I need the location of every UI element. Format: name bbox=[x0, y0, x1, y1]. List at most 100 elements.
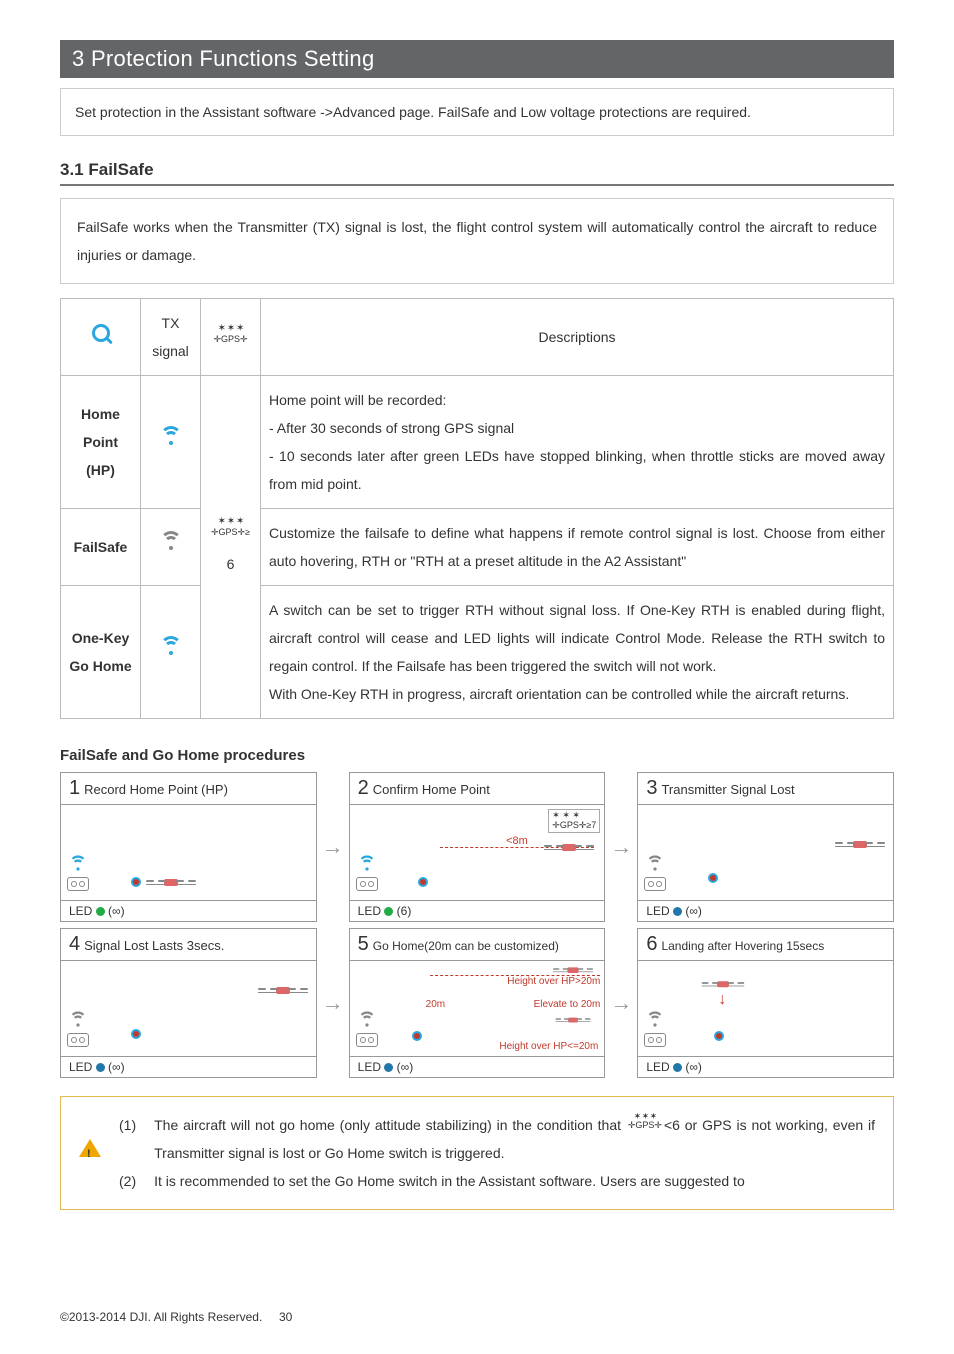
step-number: 2 bbox=[358, 777, 369, 800]
step-number: 3 bbox=[646, 777, 657, 800]
proc-step-3: 3 Transmitter Signal Lost LED (∞) bbox=[637, 772, 894, 922]
home-point-icon bbox=[131, 877, 141, 887]
remote-icon bbox=[644, 1033, 666, 1047]
step-led: LED (∞) bbox=[61, 1056, 316, 1077]
wifi-off-icon bbox=[358, 1014, 376, 1028]
row-label: Home Point (HP) bbox=[61, 376, 141, 509]
step-number: 1 bbox=[69, 777, 80, 800]
warn-text: The aircraft will not go home (only atti… bbox=[154, 1111, 875, 1167]
home-point-icon bbox=[412, 1031, 422, 1041]
step-number: 5 bbox=[358, 933, 369, 956]
intro-box: Set protection in the Assistant software… bbox=[60, 88, 894, 136]
arrow-right-icon: → bbox=[322, 834, 344, 860]
page-footer: ©2013-2014 DJI. All Rights Reserved. 30 bbox=[60, 1310, 292, 1324]
warning-icon bbox=[79, 1139, 101, 1157]
wifi-on-icon bbox=[358, 858, 376, 872]
th-tx: TX signal bbox=[141, 299, 201, 376]
gps-stars-icon: ✶ ✶ ✶ bbox=[218, 516, 244, 527]
proc-step-5: 5 Go Home(20m can be customized) Height o… bbox=[349, 928, 606, 1078]
proc-step-6: 6 Landing after Hovering 15secs ↓ LED (∞) bbox=[637, 928, 894, 1078]
warn-num: (2) bbox=[119, 1167, 136, 1195]
failsafe-description: FailSafe works when the Transmitter (TX)… bbox=[60, 198, 894, 284]
proc-step-4: 4 Signal Lost Lasts 3secs. LED (∞) bbox=[60, 928, 317, 1078]
warn-text: It is recommended to set the Go Home swi… bbox=[154, 1167, 745, 1195]
page-number: 30 bbox=[279, 1310, 292, 1324]
step-title: Transmitter Signal Lost bbox=[661, 782, 794, 797]
th-icon bbox=[61, 299, 141, 376]
wifi-off-icon bbox=[160, 534, 182, 552]
remote-icon bbox=[356, 877, 378, 891]
gps-merged-cell: ✶ ✶ ✶ ✛GPS✛≥ 6 bbox=[201, 376, 261, 719]
arrow-right-icon: → bbox=[610, 834, 632, 860]
step-led: LED (∞) bbox=[350, 1056, 605, 1077]
wifi-on-icon bbox=[160, 639, 182, 657]
failsafe-table: TX signal ✶ ✶ ✶ ✛GPS✛ Descriptions Home … bbox=[60, 298, 894, 719]
elevate-20m: 20m bbox=[426, 999, 445, 1010]
warning-box: (1) The aircraft will not go home (only … bbox=[60, 1096, 894, 1210]
home-point-icon bbox=[714, 1031, 724, 1041]
row-desc: A switch can be set to trigger RTH witho… bbox=[261, 586, 894, 719]
section-banner: 3 Protection Functions Setting bbox=[60, 40, 894, 78]
remote-icon bbox=[356, 1033, 378, 1047]
home-point-icon bbox=[418, 877, 428, 887]
failsafe-heading: 3.1 FailSafe bbox=[60, 160, 894, 180]
magnifier-icon bbox=[92, 324, 110, 342]
step-led: LED (∞) bbox=[638, 900, 893, 921]
drone-icon bbox=[544, 840, 594, 852]
drone-icon bbox=[835, 837, 885, 849]
warn-num: (1) bbox=[119, 1111, 136, 1167]
height-under-label: Height over HP<=20m bbox=[499, 1041, 598, 1052]
arrow-right-icon: → bbox=[322, 990, 344, 1016]
step-title: Signal Lost Lasts 3secs. bbox=[84, 938, 224, 953]
th-desc: Descriptions bbox=[261, 299, 894, 376]
row-desc: Home point will be recorded: - After 30 … bbox=[261, 376, 894, 509]
home-point-icon bbox=[708, 873, 718, 883]
wifi-on-icon bbox=[69, 858, 87, 872]
step-led: LED (6) bbox=[350, 900, 605, 921]
gps-inline-icon: ✶ ✶ ✶✛GPS✛ bbox=[628, 1112, 662, 1130]
step-title: Landing after Hovering 15secs bbox=[661, 939, 824, 953]
proc-step-1: 1 Record Home Point (HP) LED (∞) bbox=[60, 772, 317, 922]
drone-icon bbox=[146, 875, 196, 887]
gps-stars-icon: ✶ ✶ ✶ bbox=[218, 323, 244, 334]
elevate-label: Elevate to 20m bbox=[449, 999, 600, 1010]
height-over-label: Height over HP>20m bbox=[430, 976, 601, 987]
wifi-on-icon bbox=[160, 429, 182, 447]
home-point-icon bbox=[131, 1029, 141, 1039]
step-title: Confirm Home Point bbox=[373, 782, 490, 797]
th-gps: ✶ ✶ ✶ ✛GPS✛ bbox=[201, 299, 261, 376]
row-label: FailSafe bbox=[61, 509, 141, 586]
step-led: LED (∞) bbox=[61, 900, 316, 921]
step-number: 6 bbox=[646, 933, 657, 956]
row-tx bbox=[141, 376, 201, 509]
remote-icon bbox=[644, 877, 666, 891]
step-number: 4 bbox=[69, 933, 80, 956]
wifi-off-icon bbox=[647, 858, 665, 872]
remote-icon bbox=[67, 1033, 89, 1047]
copyright: ©2013-2014 DJI. All Rights Reserved. bbox=[60, 1310, 262, 1324]
gps-badge: ✶ ✶ ✶ ✛GPS✛≥7 bbox=[548, 809, 600, 833]
arrow-right-icon: → bbox=[610, 990, 632, 1016]
remote-icon bbox=[67, 877, 89, 891]
step-title: Go Home(20m can be customized) bbox=[373, 939, 559, 953]
gps-min-sat: 6 bbox=[209, 550, 252, 578]
wifi-off-icon bbox=[647, 1014, 665, 1028]
step-title: Record Home Point (HP) bbox=[84, 782, 228, 797]
procedures-grid: 1 Record Home Point (HP) LED (∞) → 2 Confi… bbox=[60, 772, 894, 1078]
drone-icon bbox=[553, 965, 593, 975]
drone-icon bbox=[556, 1015, 591, 1023]
proc-step-2: 2Confirm Home Point ✶ ✶ ✶ ✛GPS✛≥7 <8m LE… bbox=[349, 772, 606, 922]
drone-icon bbox=[702, 978, 745, 988]
down-arrow-icon: ↓ bbox=[718, 991, 726, 1009]
row-tx bbox=[141, 586, 201, 719]
step-led: LED (∞) bbox=[638, 1056, 893, 1077]
gps-text: ✛GPS✛ bbox=[213, 334, 247, 344]
row-tx bbox=[141, 509, 201, 586]
gps-text: ✛GPS✛≥ bbox=[211, 527, 250, 537]
row-desc: Customize the failsafe to define what ha… bbox=[261, 509, 894, 586]
wifi-off-icon bbox=[69, 1014, 87, 1028]
procedures-title: FailSafe and Go Home procedures bbox=[60, 747, 894, 764]
row-label: One-Key Go Home bbox=[61, 586, 141, 719]
drone-icon bbox=[258, 983, 308, 995]
heading-underline bbox=[60, 184, 894, 186]
